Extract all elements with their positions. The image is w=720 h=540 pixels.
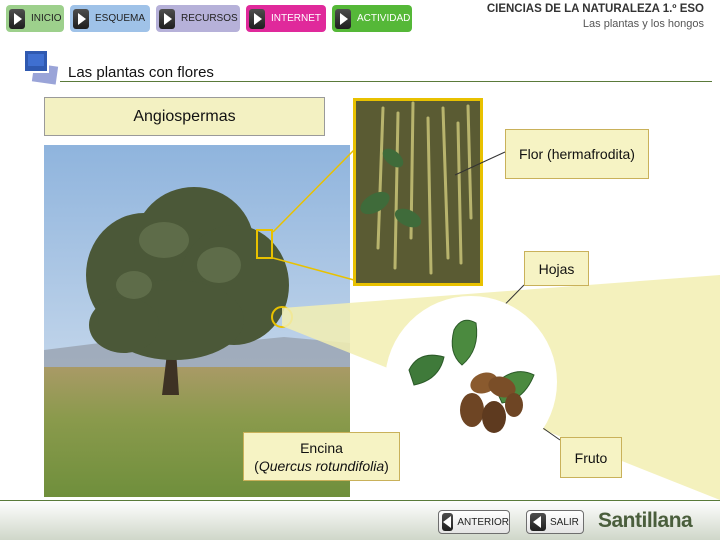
species-scientific-name: (Quercus rotundifolia) xyxy=(254,457,389,475)
fruit-label-text: Fruto xyxy=(574,449,608,466)
publisher-logo: Santillana xyxy=(598,509,693,533)
exit-button[interactable]: SALIR xyxy=(526,510,584,534)
previous-label: ANTERIOR xyxy=(457,516,509,528)
back-icon xyxy=(442,513,454,531)
exit-label: SALIR xyxy=(550,516,579,528)
leaves-label-text: Hojas xyxy=(538,260,575,277)
species-label: Encina (Quercus rotundifolia) xyxy=(243,432,400,481)
publisher-logo-text: Santillana xyxy=(598,509,693,532)
fruit-label: Fruto xyxy=(560,437,622,478)
species-close-paren: ) xyxy=(384,457,389,474)
species-latin-name: Quercus rotundifolia xyxy=(258,457,385,474)
previous-button[interactable]: ANTERIOR xyxy=(438,510,510,534)
leaves-label: Hojas xyxy=(524,251,589,286)
footer-divider xyxy=(0,500,720,501)
back-icon xyxy=(530,513,546,531)
leaf-acorn-photo xyxy=(385,296,557,468)
species-common-name: Encina xyxy=(300,439,343,456)
